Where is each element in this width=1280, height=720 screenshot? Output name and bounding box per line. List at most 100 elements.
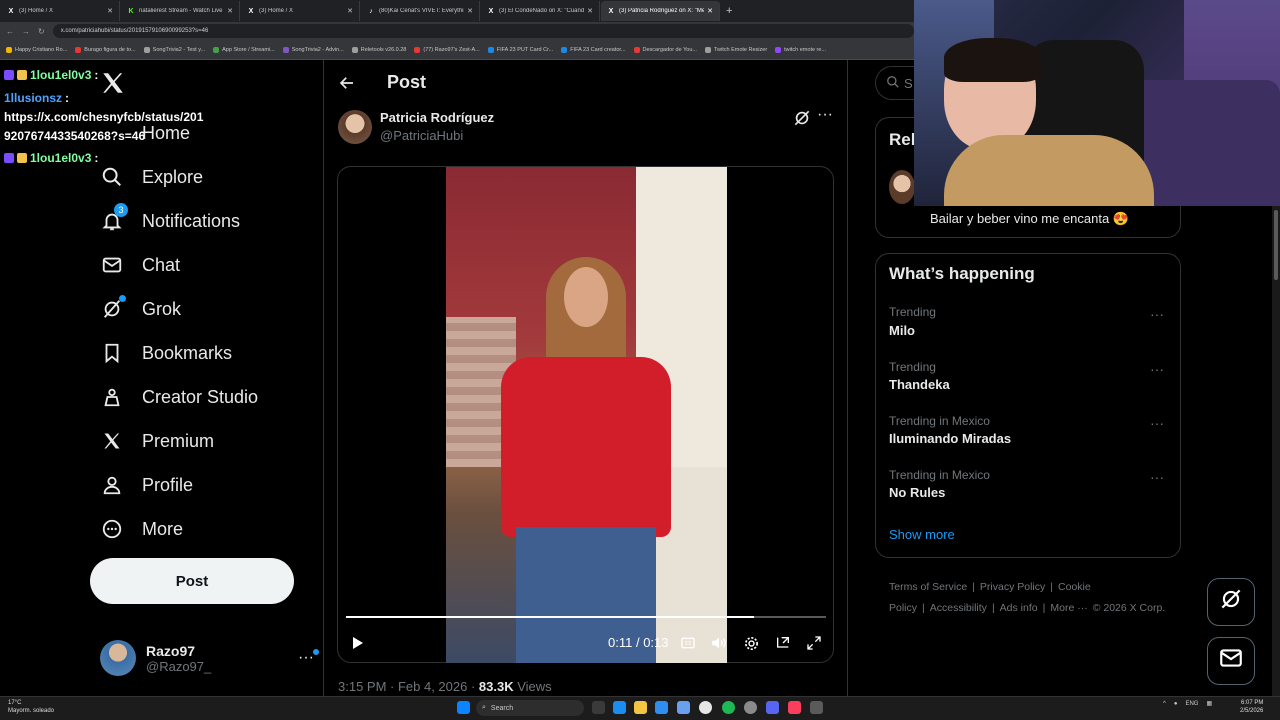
bookmark-item[interactable]: FIFA 23 PUT Card Cr... [487,46,553,53]
post-button[interactable]: Post [90,558,294,604]
edge-icon[interactable] [613,701,626,714]
nav-premium[interactable]: Premium [100,419,214,463]
author-avatar[interactable] [338,110,372,144]
close-tab-icon[interactable]: ✕ [227,7,233,15]
url-field[interactable]: x.com/patriciahubi/status/20191579106900… [52,24,914,38]
nav-creator-studio[interactable]: Creator Studio [100,375,258,419]
bookmark-item[interactable]: (77) Razo97's Zest-A... [414,46,480,53]
author-name[interactable]: Patricia Rodríguez [380,110,494,125]
footer-link[interactable]: Ads info [1000,602,1038,614]
close-tab-icon[interactable]: ✕ [587,7,593,15]
trend-more-dots-icon[interactable]: ··· [1150,361,1164,377]
more-dots-icon[interactable]: ··· [298,649,319,667]
microphone-icon[interactable]: ● [1174,701,1178,707]
relevant-avatar[interactable] [889,170,915,204]
tray-language[interactable]: ENG [1185,701,1198,707]
bookmark-item[interactable]: SongTrivia2 - Test y... [143,46,205,53]
back-nav-icon[interactable]: ← [6,27,14,36]
nav-bookmarks[interactable]: Bookmarks [100,331,232,375]
footer-link[interactable]: Accessibility [930,602,987,614]
browser-tab[interactable]: X (3) Home / X ✕ [241,1,360,21]
account-switcher[interactable]: Razo97 @Razo97_ ··· [100,637,319,679]
browser-tab[interactable]: X (3) Patricia Rodríguez on X: "Me ✕ [601,1,720,21]
close-tab-icon[interactable]: ✕ [347,7,353,15]
bookmark-item[interactable]: Descargador de You... [633,46,697,53]
trend-context: Trending [889,360,936,374]
browser-tab[interactable]: X (3) Home / X ✕ [1,1,120,21]
bookmark-item[interactable]: Burago figura de to... [75,46,136,53]
close-tab-icon[interactable]: ✕ [467,7,473,15]
music-icon[interactable] [788,701,801,714]
app-icon[interactable] [677,701,690,714]
trend-name[interactable]: No Rules [889,485,945,500]
x-logo-icon[interactable] [100,70,126,96]
browser-tab[interactable]: Knatalierest Stream - Watch Live ✕ [121,1,240,21]
store-icon[interactable] [655,701,668,714]
nav-more[interactable]: More [100,507,183,551]
footer-link[interactable]: Privacy Policy [980,581,1045,593]
tray-chevron-icon[interactable]: ^ [1163,701,1166,707]
author-handle[interactable]: @PatriciaHubi [380,128,463,143]
obs-icon[interactable] [744,701,757,714]
nav-home[interactable]: Home [100,111,190,155]
bookmark-item[interactable]: twitch emote re... [775,46,826,53]
grok-fab[interactable] [1207,578,1255,626]
grok-explain-icon[interactable] [792,108,812,133]
search-input[interactable]: S [875,66,915,100]
nav-profile[interactable]: Profile [100,463,193,507]
windows-start-icon[interactable] [457,701,470,714]
trend-more-dots-icon[interactable]: ··· [1150,306,1164,322]
trend-name[interactable]: Milo [889,323,915,338]
footer-link[interactable]: © 2026 X Corp. [1093,602,1166,614]
weather-widget[interactable]: 17°C Mayorm. soleado [8,699,54,715]
bookmark-item[interactable]: Happy Cristiano Ro... [6,46,67,53]
captions-icon[interactable] [678,633,698,653]
post-timestamp[interactable]: 3:15 PM · Feb 4, 2026 · [338,679,479,694]
video-frame[interactable] [446,167,727,663]
browser-tab[interactable]: X (3) El CondeNado on X: "Cuando ✕ [481,1,600,21]
bookmark-item[interactable]: Twitch Emote Resizer [704,46,767,53]
footer-link[interactable]: Terms of Service [889,581,967,593]
trend-name[interactable]: Iluminando Miradas [889,431,1011,446]
chrome-icon[interactable] [699,701,712,714]
nav-chat[interactable]: Chat [100,243,180,287]
new-tab-button[interactable]: + [726,5,732,17]
bookmark-item[interactable]: SongTrivia2 - Advin... [282,46,344,53]
browser-tab[interactable]: ♪ (80)Kai Cenat's VIVET: Everything ✕ [361,1,480,21]
close-tab-icon[interactable]: ✕ [707,7,713,15]
fullscreen-icon[interactable] [804,633,824,653]
nav-grok[interactable]: Grok [100,287,181,331]
reload-icon[interactable]: ↻ [38,27,45,36]
discord-icon[interactable] [766,701,779,714]
play-icon[interactable] [347,633,367,653]
nav-explore[interactable]: Explore [100,155,203,199]
bookmark-item[interactable]: App Store / Streami... [213,46,275,53]
back-arrow-icon[interactable] [338,74,356,97]
trend-context: Trending in Mexico [889,414,990,428]
trend-name[interactable]: Thandeka [889,377,950,392]
more-dots-icon[interactable]: ··· [817,106,833,124]
app-icon[interactable] [810,701,823,714]
bookmark-item[interactable]: FIFA 23 Card creator... [561,46,626,53]
bookmark-item[interactable]: Reletools v26.0.28 [351,46,406,53]
forward-nav-icon[interactable]: → [22,27,30,36]
picture-in-picture-icon[interactable] [773,633,793,653]
show-more-link[interactable]: Show more [889,527,955,542]
taskbar-search[interactable]: ⌕ Search [476,700,584,716]
trend-more-dots-icon[interactable]: ··· [1150,469,1164,485]
volume-icon[interactable] [709,633,729,653]
nav-notifications[interactable]: 3 Notifications [100,199,240,243]
settings-gear-icon[interactable] [741,633,761,653]
trend-more-dots-icon[interactable]: ··· [1150,415,1164,431]
footer-link[interactable]: More ··· [1050,602,1087,614]
network-icon[interactable]: ▦ [1206,700,1212,707]
bookmark-label: App Store / Streami... [222,46,275,53]
clock[interactable]: 6:07 PM 2/5/2026 [1240,699,1263,715]
messages-fab[interactable] [1207,637,1255,685]
file-explorer-icon[interactable] [634,701,647,714]
close-tab-icon[interactable]: ✕ [107,7,113,15]
task-view-icon[interactable] [592,701,605,714]
spotify-icon[interactable] [722,701,735,714]
bookmark-favicon-icon [213,46,220,53]
scrollbar-thumb[interactable] [1274,210,1278,280]
